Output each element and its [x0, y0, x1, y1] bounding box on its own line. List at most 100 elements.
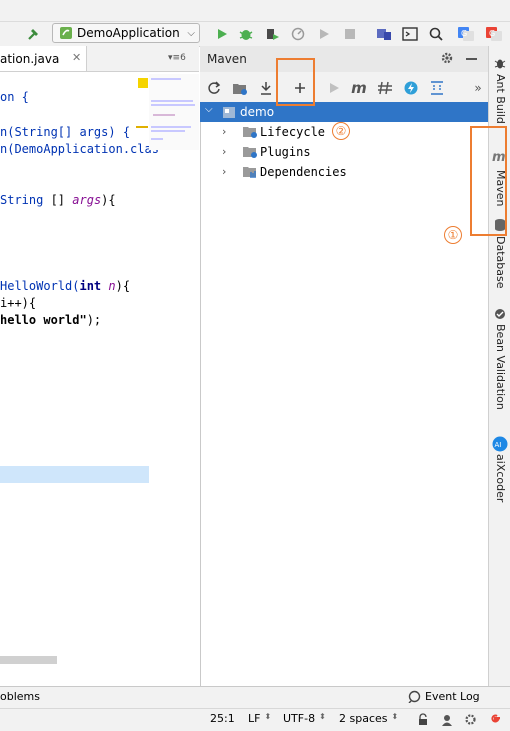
bean-validation-icon: [494, 308, 506, 323]
code-token: n(String[] args) {: [0, 125, 131, 139]
chevron-right-icon[interactable]: ›: [222, 145, 226, 158]
tab-counter: 6: [180, 53, 186, 63]
tree-label-lifecycle: Lifecycle: [260, 125, 326, 139]
terminal-icon[interactable]: [400, 24, 420, 44]
svg-text:G: G: [461, 29, 467, 38]
code-line: n(String[] args) {: [0, 125, 130, 139]
tree-row-plugins[interactable]: › Plugins: [200, 142, 488, 162]
problems-tab[interactable]: oblems: [0, 690, 40, 703]
maven-project-icon: [222, 105, 236, 122]
profiler-icon[interactable]: [288, 24, 308, 44]
close-icon[interactable]: ✕: [72, 51, 81, 64]
plugins-folder-icon: [242, 145, 258, 162]
minimize-icon[interactable]: [466, 58, 477, 60]
code-line: on {: [0, 90, 29, 104]
code-token: HelloWorld(: [0, 279, 80, 293]
run-configuration-select[interactable]: DemoApplication ⌵: [52, 23, 200, 43]
ant-icon: [494, 58, 506, 73]
chevron-down-icon: ⌵: [187, 27, 195, 39]
change-marker: [136, 126, 148, 128]
coverage-icon[interactable]: [262, 24, 282, 44]
code-line: i++){: [0, 296, 36, 310]
code-token: i++){: [0, 296, 37, 310]
code-token: on {: [0, 90, 29, 104]
chevron-updown-icon: ⬍: [319, 712, 326, 721]
annotation-box-add-button: [276, 58, 315, 106]
minimap[interactable]: [149, 74, 199, 150]
menu-strip: [0, 0, 510, 22]
stripe-aixcoder[interactable]: aiXcoder: [494, 454, 507, 502]
code-line: hello world");: [0, 313, 101, 327]
code-token: String: [0, 193, 44, 207]
aixcoder-icon: AI: [492, 436, 508, 455]
tab-list-button[interactable]: ▾≡ 6: [168, 53, 186, 63]
maven-title: Maven: [207, 52, 247, 66]
bottom-tool-bar: oblems Event Log: [0, 686, 510, 709]
status-bar: 25:1 LF ⬍ UTF-8 ⬍ 2 spaces ⬍: [0, 708, 510, 731]
code-token: n: [108, 279, 116, 293]
editor-tab-label: ation.java: [0, 52, 60, 66]
settings-gear-icon[interactable]: [440, 51, 454, 68]
generate-sources-icon[interactable]: [230, 78, 250, 98]
build-hammer-icon[interactable]: [24, 24, 44, 44]
editor-tab[interactable]: ation.java ✕: [0, 46, 87, 71]
current-line-highlight: [0, 466, 149, 483]
tab-list-icon: ▾≡: [168, 53, 181, 63]
annotation-number-1: ①: [444, 226, 462, 244]
chevron-updown-icon: ⬍: [391, 712, 399, 721]
debug-bug-icon[interactable]: [236, 24, 256, 44]
code-token: ){: [101, 193, 116, 207]
resume-icon[interactable]: [314, 24, 334, 44]
file-encoding[interactable]: UTF-8 ⬍: [283, 712, 326, 725]
code-line: String [] args){: [0, 193, 116, 207]
project-structure-icon[interactable]: [374, 24, 394, 44]
tree-label-plugins: Plugins: [260, 145, 311, 159]
code-editor[interactable]: on { n(String[] args) { n(DemoApplication.…: [0, 72, 199, 686]
toggle-offline-icon[interactable]: [375, 78, 395, 98]
execute-maven-goal-icon[interactable]: m: [349, 78, 369, 98]
chevron-updown-icon: ⬍: [264, 712, 272, 721]
warning-marker: [138, 78, 148, 88]
maven-header: Maven: [200, 46, 488, 72]
stripe-database[interactable]: Database: [494, 236, 507, 289]
reload-icon[interactable]: [204, 78, 224, 98]
search-icon[interactable]: [426, 24, 446, 44]
skip-tests-icon[interactable]: [401, 78, 421, 98]
indent-setting[interactable]: 2 spaces ⬍: [339, 712, 398, 725]
code-line: HelloWorld(int n){: [0, 279, 130, 293]
translate-icon[interactable]: G: [456, 24, 476, 44]
tree-row-demo[interactable]: ⌵ demo: [200, 102, 488, 122]
annotation-number-2: ②: [332, 122, 350, 140]
caret-position[interactable]: 25:1: [210, 712, 235, 725]
translate-alt-icon[interactable]: G: [484, 24, 504, 44]
run-icon[interactable]: [212, 24, 232, 44]
code-token: int: [79, 279, 102, 293]
google-icon[interactable]: [488, 712, 502, 729]
tree-row-dependencies[interactable]: › Dependencies: [200, 162, 488, 182]
more-actions-icon[interactable]: »: [468, 78, 488, 98]
tree-label-dependencies: Dependencies: [260, 165, 347, 179]
main-toolbar: DemoApplication ⌵ G G: [0, 0, 510, 47]
chevron-right-icon[interactable]: ›: [222, 125, 226, 138]
lifecycle-folder-icon: [242, 125, 258, 142]
line-separator[interactable]: LF ⬍: [248, 712, 271, 725]
svg-text:AI: AI: [495, 441, 502, 449]
horizontal-scrollbar[interactable]: [0, 656, 57, 664]
event-log-tab[interactable]: Event Log: [425, 690, 480, 703]
download-icon[interactable]: [256, 78, 276, 98]
chevron-right-icon[interactable]: ›: [222, 165, 226, 178]
run-goal-icon[interactable]: [324, 78, 344, 98]
stop-icon[interactable]: [340, 24, 360, 44]
chevron-down-icon[interactable]: ⌵: [205, 104, 213, 115]
svg-text:G: G: [489, 29, 495, 38]
settings-gear-icon[interactable]: [464, 713, 477, 729]
code-line: n(DemoApplication.clas: [0, 142, 159, 156]
dependencies-folder-icon: [242, 165, 258, 182]
code-token: );: [86, 313, 102, 327]
stripe-ant-build[interactable]: Ant Build: [494, 74, 507, 124]
stripe-bean-validation[interactable]: Bean Validation: [494, 324, 507, 410]
code-token: args: [72, 193, 102, 207]
show-dependencies-icon[interactable]: [427, 78, 447, 98]
inspector-icon[interactable]: [440, 713, 454, 730]
lock-icon[interactable]: [417, 713, 429, 729]
